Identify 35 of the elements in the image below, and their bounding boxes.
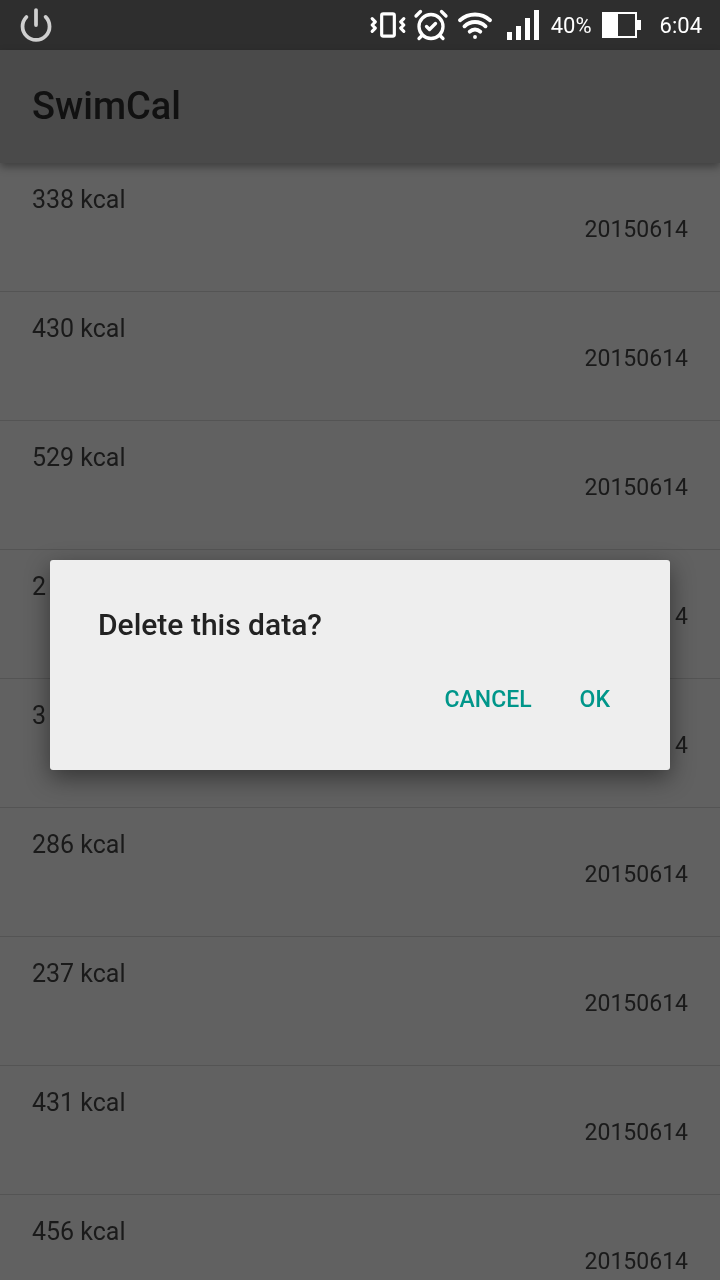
calories-text: 430 kcal [32,313,126,345]
date-text: 20150614 [584,216,688,243]
list-item[interactable]: 529 kcal 20150614 [0,421,720,550]
date-text: 20150614 [584,1248,688,1275]
list-item[interactable]: 286 kcal 20150614 [0,808,720,937]
date-text: 20150614 [584,990,688,1017]
list-item[interactable]: 456 kcal 20150614 [0,1195,720,1280]
calories-text: 286 kcal [32,829,126,861]
alarm-icon [412,7,449,43]
list-item[interactable]: 237 kcal 20150614 [0,937,720,1066]
dialog-title: Delete this data? [98,606,322,644]
calories-text: 529 kcal [32,442,126,474]
calories-text: 431 kcal [32,1087,126,1119]
calories-text: 456 kcal [32,1216,126,1248]
calories-text: 3 [32,700,47,732]
date-text: 20150614 [584,474,688,501]
battery-percent: 40% [550,11,592,40]
date-text: 20150614 [584,861,688,888]
calories-text: 338 kcal [32,184,126,216]
date-text: 4 [675,603,688,630]
calories-text: 237 kcal [32,958,126,990]
date-text: 20150614 [584,345,688,372]
list-item[interactable]: 338 kcal 20150614 [0,163,720,292]
app-title: SwimCal [32,83,181,130]
battery-icon [601,12,642,38]
dialog-button[interactable]: CANCEL [432,675,544,726]
dialog-button[interactable]: OK [567,675,622,726]
date-text: 4 [675,732,688,759]
list-item[interactable]: 430 kcal 20150614 [0,292,720,421]
calories-text: 2 [32,571,47,603]
power-icon [18,7,54,43]
list-item[interactable]: 431 kcal 20150614 [0,1066,720,1195]
signal-icon [506,10,541,40]
clock-time: 6:04 [659,11,702,40]
date-text: 20150614 [584,1119,688,1146]
